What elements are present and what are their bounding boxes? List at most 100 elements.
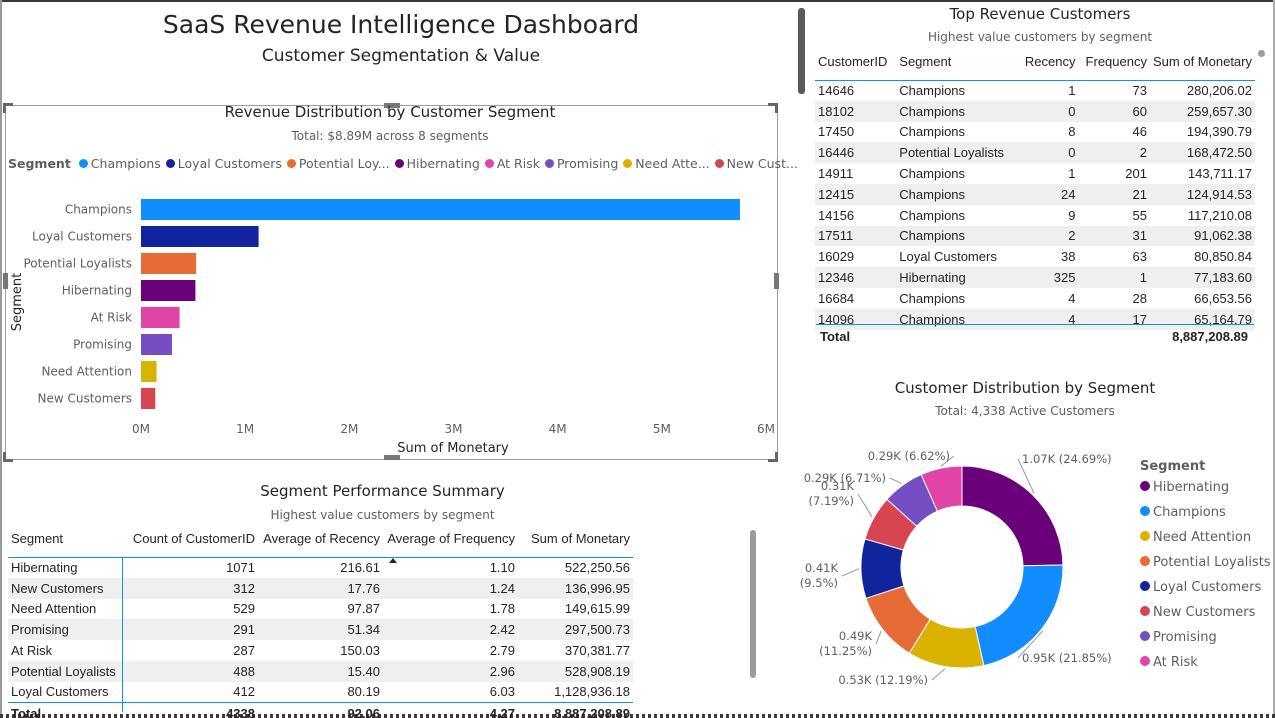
bar-hibernating[interactable] bbox=[141, 280, 196, 301]
table-row[interactable]: 14096 Champions 4 17 65,164.79 bbox=[815, 308, 1255, 330]
legend-label: Champions bbox=[90, 156, 161, 171]
column-header-average-of-recency[interactable]: Average of Recency bbox=[258, 521, 383, 558]
sort-ascending-icon[interactable] bbox=[389, 558, 397, 563]
table-cell: 46 bbox=[1132, 124, 1147, 140]
table-row[interactable]: 18102 Champions 0 60 259,657.30 bbox=[815, 100, 1255, 122]
table-cell: 77,183.60 bbox=[1149, 267, 1255, 288]
table-cell: 522,250.56 bbox=[564, 560, 630, 576]
table-scroll-indicator[interactable] bbox=[1258, 50, 1265, 57]
total-cell: Total bbox=[8, 702, 123, 718]
legend-item-hibernating[interactable]: Hibernating bbox=[1140, 480, 1271, 505]
table-cell: 12346 bbox=[815, 267, 897, 288]
legend-item-promising[interactable]: Promising bbox=[1140, 630, 1271, 655]
table-cell: Champions bbox=[896, 183, 1009, 205]
top-customers-table[interactable]: CustomerID Segment Recency Frequency Sum of … bbox=[815, 44, 1255, 330]
table-row[interactable]: Need Attention 529 97.87 1.78 149,615.99 bbox=[8, 599, 633, 620]
table-row[interactable]: New Customers 312 17.76 1.24 136,996.95 bbox=[8, 577, 633, 599]
table-row[interactable]: 17511 Champions 2 31 91,062.38 bbox=[815, 225, 1255, 247]
selection-corner-top-left[interactable] bbox=[3, 103, 13, 113]
table-cell: 63 bbox=[1132, 249, 1147, 265]
table-cell: 2.96 bbox=[383, 660, 518, 682]
selection-corner-top-right[interactable] bbox=[768, 103, 778, 113]
table-row[interactable]: Promising 291 51.34 2.42 297,500.73 bbox=[8, 619, 633, 641]
column-header-segment[interactable]: Segment bbox=[896, 44, 1009, 81]
column-header-sum-of-monetary[interactable]: Sum of Monetary bbox=[1149, 44, 1255, 81]
legend-item-potential-loyalists[interactable]: Potential Loyalists bbox=[1140, 555, 1271, 580]
legend-dot-icon bbox=[1140, 581, 1150, 591]
table-cell: 8 bbox=[1068, 124, 1076, 140]
legend-label: Champions bbox=[1153, 505, 1226, 520]
table-row[interactable]: At Risk 287 150.03 2.79 370,381.77 bbox=[8, 640, 633, 661]
table-row[interactable]: 16446 Potential Loyalists 0 2 168,472.50 bbox=[815, 142, 1255, 164]
table-cell: 6.03 bbox=[489, 684, 515, 700]
table-cell: 1.10 bbox=[489, 560, 515, 576]
canvas-top-border bbox=[0, 0, 1275, 2]
legend-dot-icon bbox=[286, 159, 296, 168]
legend-item-new-customers[interactable]: New Customers bbox=[1140, 605, 1271, 630]
legend-item-loyal-customers[interactable]: Loyal Customers bbox=[165, 156, 282, 171]
bar-champions[interactable] bbox=[141, 199, 740, 220]
legend-item-champions[interactable]: Champions bbox=[78, 156, 161, 171]
legend-label: Potential Loyalists bbox=[1153, 555, 1271, 570]
donut-chart-plot[interactable]: 1.07K (24.69%) 0.95K (21.85%) 0.53K (12.19… bbox=[790, 430, 1135, 700]
legend-item-at-risk[interactable]: At Risk bbox=[484, 156, 540, 171]
table-cell: 194,390.79 bbox=[1186, 124, 1252, 140]
legend-item-hibernating[interactable]: Hibernating bbox=[394, 156, 480, 171]
legend-label: New Cust... bbox=[726, 156, 798, 171]
table-cell: 1,128,936.18 bbox=[554, 684, 630, 700]
column-header-recency[interactable]: Recency bbox=[1008, 44, 1079, 81]
table-row[interactable]: 17450 Champions 8 46 194,390.79 bbox=[815, 122, 1255, 143]
donut-slice-hibernating[interactable] bbox=[961, 465, 1064, 567]
table-row[interactable]: 12346 Hibernating 325 1 77,183.60 bbox=[815, 267, 1255, 288]
table-row[interactable]: 12415 Champions 24 21 124,914.53 bbox=[815, 183, 1255, 205]
legend-label: Promising bbox=[1153, 630, 1217, 645]
table-row[interactable]: Hibernating 1071 216.61 1.10 522,250.56 bbox=[8, 557, 633, 578]
legend-item-at-risk[interactable]: At Risk bbox=[1140, 655, 1271, 680]
table-row[interactable]: 14156 Champions 9 55 117,210.08 bbox=[815, 205, 1255, 226]
segment-table-scrollbar[interactable] bbox=[750, 530, 756, 678]
bar-potential-loyalists[interactable] bbox=[141, 253, 197, 274]
table-cell: New Customers bbox=[8, 577, 123, 599]
legend-dot-icon bbox=[1140, 531, 1150, 541]
legend-item-need-attention[interactable]: Need Attention bbox=[1140, 530, 1271, 555]
donut-chart-legend[interactable]: Segment Hibernating Champions Need Attenti… bbox=[1140, 459, 1271, 680]
column-header-segment[interactable]: Segment bbox=[8, 521, 123, 558]
table-row[interactable]: 14911 Champions 1 201 143,711.17 bbox=[815, 163, 1255, 184]
table-cell: 312 bbox=[123, 577, 258, 599]
table-row[interactable]: 16029 Loyal Customers 38 63 80,850.84 bbox=[815, 246, 1255, 267]
table-row[interactable]: 16684 Champions 4 28 66,653.56 bbox=[815, 288, 1255, 309]
table-row[interactable]: Potential Loyalists 488 15.40 2.96 528,908.1… bbox=[8, 660, 633, 682]
bar-chart-plot[interactable]: Champions Loyal Customers Potential Loyali… bbox=[0, 180, 785, 460]
legend-item-need-atte[interactable]: Need Atte... bbox=[623, 156, 710, 171]
table-cell: 412 bbox=[233, 684, 255, 700]
column-header-sum-of-monetary[interactable]: Sum of Monetary bbox=[518, 521, 633, 558]
bar-need-attention[interactable] bbox=[141, 361, 157, 382]
column-header-customerid[interactable]: CustomerID bbox=[815, 44, 897, 81]
table-row[interactable]: 14646 Champions 1 73 280,206.02 bbox=[815, 80, 1255, 101]
bar-promising[interactable] bbox=[141, 334, 172, 355]
legend-item-promising[interactable]: Promising bbox=[544, 156, 618, 171]
table-row[interactable]: Loyal Customers 412 80.19 6.03 1,128,936.18 bbox=[8, 682, 633, 703]
table-cell: 2 bbox=[1008, 225, 1079, 247]
legend-item-new-cust[interactable]: New Cust... bbox=[714, 156, 798, 171]
y-tick-label: Hibernating bbox=[62, 284, 132, 298]
bar-new-customers[interactable] bbox=[141, 388, 156, 409]
top-customers-total-value: 8,887,208.89 bbox=[1172, 329, 1248, 344]
y-tick-label: Champions bbox=[65, 203, 132, 217]
legend-item-loyal-customers[interactable]: Loyal Customers bbox=[1140, 580, 1271, 605]
column-header-count-of-customerid[interactable]: Count of CustomerID bbox=[123, 521, 258, 558]
legend-dot-icon bbox=[544, 159, 554, 168]
segment-summary-table[interactable]: Segment Count of CustomerID Average of Rec… bbox=[8, 521, 633, 718]
bar-at-risk[interactable] bbox=[141, 307, 180, 328]
bar-loyal-customers[interactable] bbox=[141, 226, 259, 247]
column-header-average-of-frequency[interactable]: Average of Frequency bbox=[383, 521, 518, 558]
table-cell: 4 bbox=[1068, 290, 1076, 306]
bar-chart-legend[interactable]: Segment Champions Loyal Customers Potentia… bbox=[8, 156, 803, 171]
column-header-frequency[interactable]: Frequency bbox=[1078, 44, 1150, 81]
legend-item-potential-loy[interactable]: Potential Loy... bbox=[286, 156, 390, 171]
legend-label: At Risk bbox=[1153, 655, 1198, 670]
legend-label: Hibernating bbox=[406, 156, 480, 171]
canvas-scrollbar[interactable] bbox=[798, 8, 805, 94]
legend-item-champions[interactable]: Champions bbox=[1140, 505, 1271, 530]
legend-dot-icon bbox=[714, 159, 724, 168]
